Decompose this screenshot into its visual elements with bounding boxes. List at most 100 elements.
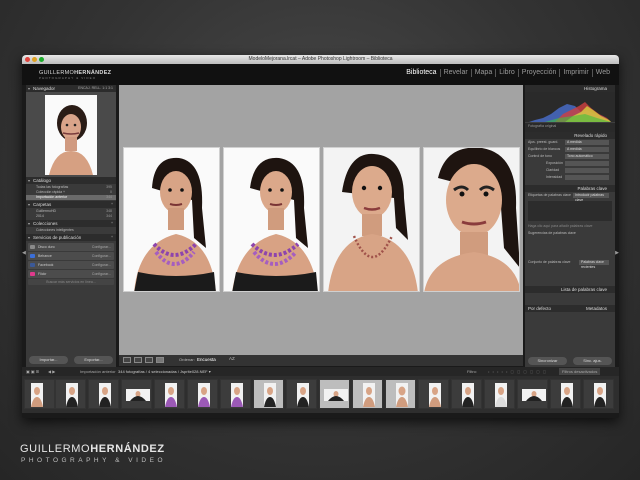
filmstrip-thumb[interactable] [187, 379, 218, 409]
keyword-tags-select[interactable]: Introducir palabras clave [573, 193, 609, 202]
exposure-stepper[interactable] [565, 161, 609, 166]
left-panel-toggle-icon[interactable]: ◀ [22, 250, 26, 256]
rating-filter[interactable]: • • • • • ◻ ◻ ◻ ◻ ◻ ◻ [488, 367, 547, 376]
filmstrip-thumb[interactable] [418, 379, 449, 409]
sort-select[interactable]: Encuesta [197, 357, 216, 363]
publish-service-behance[interactable]: Behance Configurar... [28, 252, 114, 260]
survey-photo-3[interactable] [323, 147, 420, 292]
quick-develop-row: Control de tono Tono automático [525, 153, 615, 160]
white-balance-select[interactable]: A medida [565, 147, 609, 152]
survey-view-button[interactable] [156, 357, 164, 363]
collections-header[interactable]: ▾ Colecciones + [26, 220, 116, 227]
vibrance-stepper[interactable] [565, 175, 609, 180]
original-photo-checkbox[interactable]: Fotografía original [528, 124, 556, 128]
filmstrip-thumb[interactable] [55, 379, 86, 409]
find-more-services-button[interactable]: Buscar más servicios en línea... [28, 279, 114, 285]
saved-preset-select[interactable]: A medida [565, 140, 609, 145]
export-button[interactable]: Exportar... [74, 356, 113, 364]
compare-view-button[interactable] [145, 357, 153, 363]
left-panel: ▾ Navegador ENCAJ. RELL. 1:1 3:1 ▾ Catál… [26, 85, 116, 375]
add-collection-icon[interactable]: + [111, 220, 113, 227]
zoom-window-button[interactable] [39, 57, 44, 62]
filmstrip-thumb[interactable] [121, 379, 152, 409]
keyword-entry-field[interactable] [528, 201, 612, 221]
filmstrip-thumb[interactable] [154, 379, 185, 409]
keyword-list-body [525, 293, 615, 305]
sync-button[interactable]: Sincronizar [528, 357, 567, 365]
minimize-window-button[interactable] [32, 57, 37, 62]
add-folder-icon[interactable]: + [111, 201, 113, 208]
module-web[interactable]: Web [591, 69, 613, 77]
filmstrip-thumb[interactable] [24, 379, 55, 409]
filmstrip-thumb[interactable] [517, 379, 548, 409]
auto-tone-button[interactable]: Tono automático [565, 154, 609, 159]
loupe-view-button[interactable] [134, 357, 142, 363]
catalog-item-selected[interactable]: Importación anterior 344 [26, 195, 116, 200]
filmstrip-thumb[interactable] [286, 379, 317, 409]
filmstrip-thumb[interactable] [550, 379, 581, 409]
grid-view-button[interactable] [123, 357, 131, 363]
navigator-header[interactable]: ▾ Navegador ENCAJ. RELL. 1:1 3:1 [26, 85, 116, 92]
import-button[interactable]: Importar... [29, 356, 68, 364]
folders-header[interactable]: ▾ Carpetas + [26, 201, 116, 208]
keyword-suggestions-area [525, 237, 615, 259]
keyword-list-header[interactable]: Lista de palabras clave [525, 286, 615, 293]
navigator-zoom-options[interactable]: ENCAJ. RELL. 1:1 3:1 [78, 85, 113, 92]
collapse-triangle-icon: ▾ [28, 221, 31, 226]
publish-service-facebook[interactable]: Facebook Configurar... [28, 261, 114, 269]
close-window-button[interactable] [25, 57, 30, 62]
filmstrip-thumb[interactable] [583, 379, 614, 409]
filter-select[interactable]: Filtros desactivados [559, 368, 601, 375]
keywording-header[interactable]: Palabras clave [525, 185, 615, 192]
module-imprimir[interactable]: Imprimir [559, 69, 591, 77]
quick-develop-row: Exposición [525, 160, 615, 167]
right-panel-toggle-icon[interactable]: ▶ [615, 250, 619, 256]
clarity-stepper[interactable] [565, 168, 609, 173]
filmstrip-thumb[interactable] [88, 379, 119, 409]
survey-photo-1[interactable] [123, 147, 220, 292]
filmstrip-source[interactable]: Importación anterior [80, 367, 116, 376]
quick-develop-header[interactable]: Revelado rápido [525, 132, 615, 139]
keyword-set-row: Conjunto de palabras clave Palabras clave… [525, 259, 615, 269]
survey-photo-2[interactable] [223, 147, 320, 292]
second-window-icon[interactable]: ▣ ▣ ⊞ [26, 367, 39, 376]
filmstrip-thumb[interactable] [484, 379, 515, 409]
metadata-preset-select[interactable]: Por defecto [528, 305, 551, 312]
grid-navigation-icon[interactable]: ◀ ▶ [48, 367, 55, 376]
publish-service-disco-duro[interactable]: Disco duro Configurar... [28, 243, 114, 251]
filmstrip-thumb-selected[interactable] [352, 379, 383, 409]
module-revelar[interactable]: Revelar [439, 69, 471, 77]
filmstrip-thumb-selected[interactable] [319, 379, 350, 409]
filmstrip-thumb-selected[interactable] [385, 379, 416, 409]
filmstrip-thumb[interactable] [220, 379, 251, 409]
filmstrip [22, 376, 619, 413]
metadata-title: Metadatos [585, 306, 607, 311]
survey-view [119, 85, 523, 355]
publish-service-flickr[interactable]: Flickr Configurar... [28, 270, 114, 278]
publish-services-list: Disco duro Configurar... Behance Configura… [26, 241, 116, 285]
metadata-header[interactable]: Por defecto Metadatos [525, 305, 615, 312]
flickr-icon [30, 272, 35, 276]
sort-direction-icon[interactable]: AZ [229, 356, 235, 361]
navigator-preview[interactable] [26, 92, 116, 177]
add-service-icon[interactable]: + [111, 234, 113, 241]
portrait-image [324, 148, 419, 291]
filmstrip-thumb[interactable] [451, 379, 482, 409]
module-libro[interactable]: Libro [495, 69, 518, 77]
sync-settings-button[interactable]: Sinc. ajus. [573, 357, 612, 365]
catalog-header[interactable]: ▾ Catálogo [26, 177, 116, 184]
module-biblioteca[interactable]: Biblioteca [403, 69, 439, 77]
module-mapa[interactable]: Mapa [470, 69, 496, 77]
collection-item[interactable]: Colecciones inteligentes [26, 228, 116, 233]
folder-item[interactable]: 2014 344 [26, 214, 116, 219]
filmstrip-thumb-selected[interactable] [253, 379, 284, 409]
publish-services-header[interactable]: ▾ Servicios de publicación + [26, 234, 116, 241]
histogram-header[interactable]: Histograma [525, 85, 615, 92]
module-proyeccion[interactable]: Proyección [517, 69, 560, 77]
window-titlebar: ModeloMejorana.lrcat – Adobe Photoshop L… [22, 55, 619, 64]
collapse-triangle-icon: ▾ [28, 235, 31, 240]
quick-develop-row: Ajus. preest. guard. A medida [525, 139, 615, 146]
filmstrip-bar: ▣ ▣ ⊞ ◀ ▶ Importación anterior 344 fotog… [22, 367, 619, 376]
keyword-set-select[interactable]: Palabras clave recientes [579, 260, 609, 269]
survey-photo-4[interactable] [423, 147, 520, 292]
